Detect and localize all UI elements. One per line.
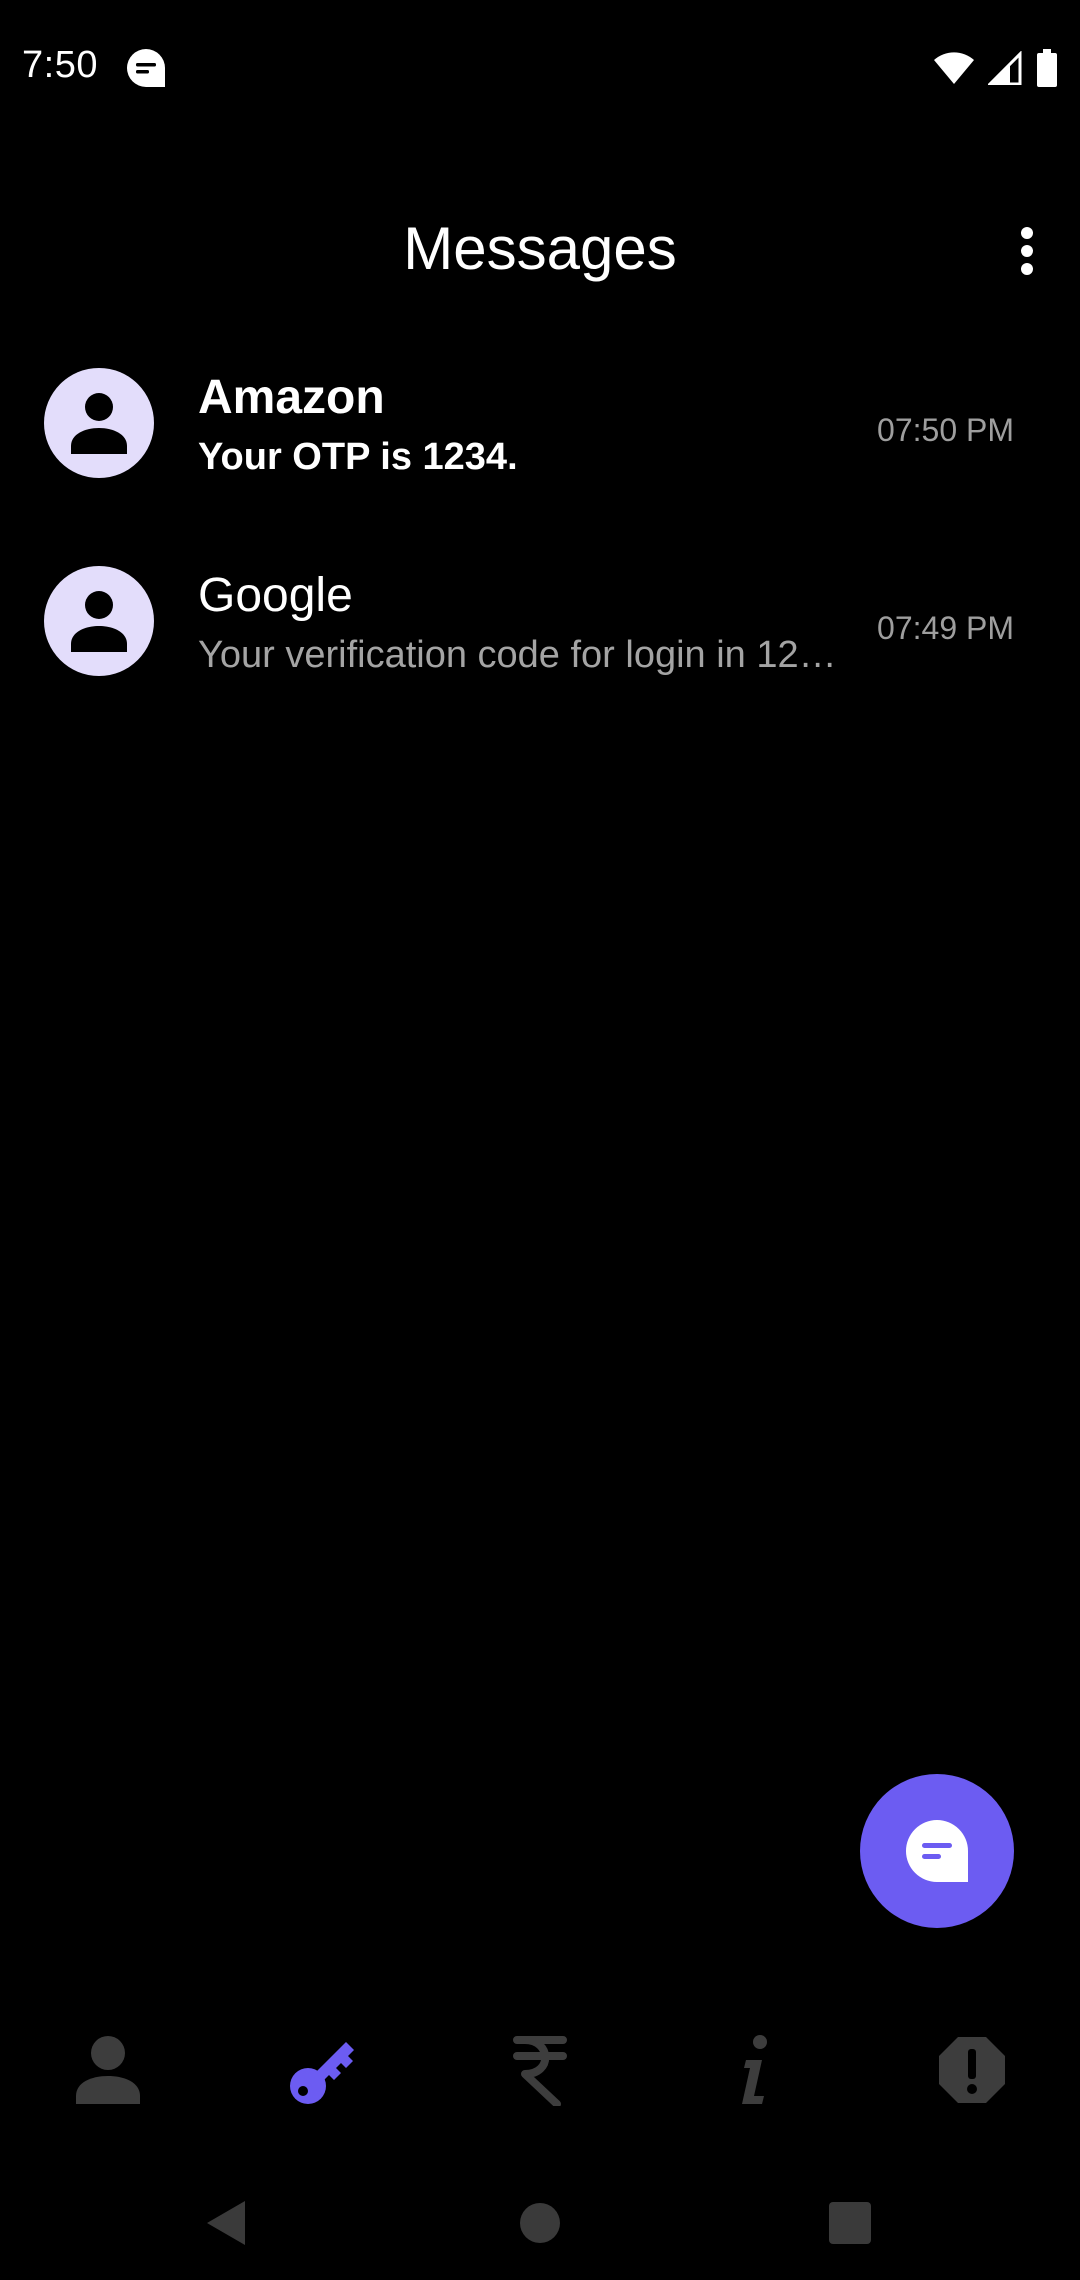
bottom-navigation (0, 2010, 1080, 2130)
status-bar: 7:50 (0, 0, 1080, 134)
signal-icon (988, 51, 1022, 85)
nav-item-otp[interactable] (216, 2010, 432, 2130)
conversation-preview: Your OTP is 1234. (198, 436, 518, 478)
home-icon (520, 2203, 560, 2243)
app-bar: Messages (0, 190, 1080, 310)
home-button[interactable] (505, 2188, 575, 2258)
person-icon (71, 591, 127, 652)
avatar (44, 566, 154, 676)
recents-button[interactable] (815, 2188, 885, 2258)
new-message-button[interactable] (860, 1774, 1014, 1928)
conversation-item-amazon[interactable]: Amazon Your OTP is 1234. 07:50 PM (0, 340, 1080, 538)
wifi-icon (934, 52, 974, 84)
conversation-time: 07:49 PM (877, 610, 1014, 646)
back-icon (207, 2201, 245, 2245)
message-icon (127, 49, 165, 87)
nav-item-spam[interactable] (864, 2010, 1080, 2130)
person-icon (71, 393, 127, 454)
nav-item-info[interactable] (648, 2010, 864, 2130)
status-time: 7:50 (22, 44, 98, 86)
system-navigation-bar (0, 2160, 1080, 2280)
nav-item-transactions[interactable] (432, 2010, 648, 2130)
conversation-list: Amazon Your OTP is 1234. 07:50 PM Google… (0, 340, 1080, 736)
conversation-name: Amazon (198, 371, 385, 424)
avatar (44, 368, 154, 478)
conversation-item-google[interactable]: Google Your verification code for login … (0, 538, 1080, 736)
recents-icon (829, 2202, 871, 2244)
conversation-name: Google (198, 569, 353, 622)
info-icon (742, 2035, 767, 2104)
status-icons (934, 46, 1058, 90)
person-icon (76, 2036, 140, 2104)
page-title: Messages (403, 215, 677, 282)
battery-icon (1037, 49, 1057, 87)
more-vert-icon (1021, 227, 1033, 275)
rupee-icon (513, 2036, 567, 2106)
conversation-time: 07:50 PM (877, 412, 1014, 448)
back-button[interactable] (190, 2188, 260, 2258)
messages-screen: 7:50 Messages Amazon Your OTP is 1234. 0… (0, 0, 1080, 2280)
more-options-button[interactable] (992, 216, 1062, 286)
conversation-preview: Your verification code for login in 12… (198, 634, 837, 676)
alert-icon (939, 2037, 1005, 2103)
new-message-icon (905, 1820, 968, 1882)
nav-item-contacts[interactable] (0, 2010, 216, 2130)
key-icon (290, 2042, 354, 2104)
